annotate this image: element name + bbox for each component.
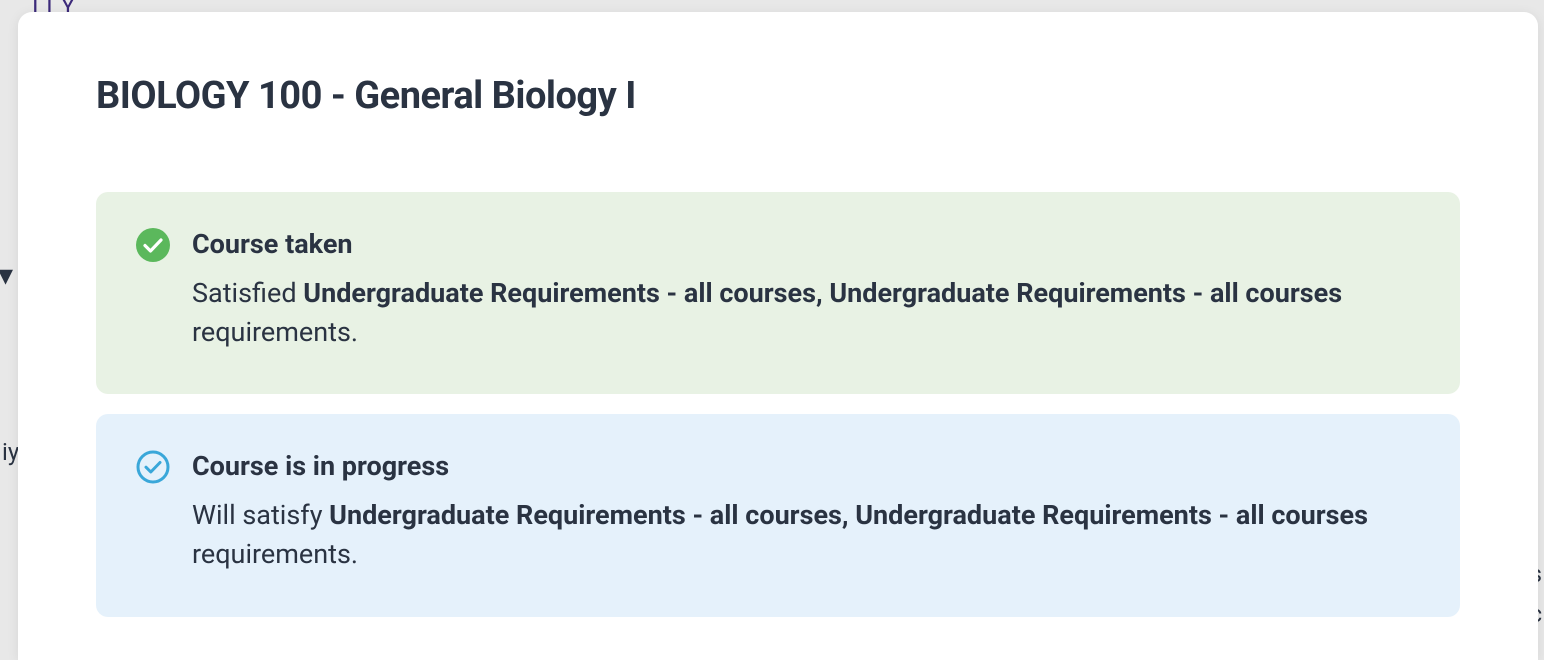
status-desc-prefix: Will satisfy [192, 499, 329, 531]
status-desc-prefix: Satisfied [192, 277, 303, 309]
status-card-in-progress: Course is in progress Will satisfy Under… [96, 414, 1460, 616]
check-circle-filled-icon [136, 228, 170, 262]
status-heading: Course taken [192, 228, 1420, 260]
status-heading: Course is in progress [192, 450, 1420, 482]
status-desc-suffix: requirements. [192, 538, 358, 570]
status-desc-requirements: Undergraduate Requirements - all courses… [329, 499, 1368, 531]
background-fragment: ▾ [0, 258, 13, 293]
status-description: Will satisfy Undergraduate Requirements … [192, 496, 1420, 574]
modal-title: BIOLOGY 100 - General Biology I [96, 74, 1460, 118]
course-detail-modal: BIOLOGY 100 - General Biology I Course t… [18, 12, 1538, 660]
background-fragment: iy [2, 438, 19, 466]
status-body: Course taken Satisfied Undergraduate Req… [192, 228, 1420, 352]
status-body: Course is in progress Will satisfy Under… [192, 450, 1420, 574]
status-card-taken: Course taken Satisfied Undergraduate Req… [96, 192, 1460, 394]
status-desc-requirements: Undergraduate Requirements - all courses… [303, 277, 1342, 309]
check-circle-outline-icon [136, 450, 170, 484]
status-desc-suffix: requirements. [192, 316, 358, 348]
status-description: Satisfied Undergraduate Requirements - a… [192, 274, 1420, 352]
